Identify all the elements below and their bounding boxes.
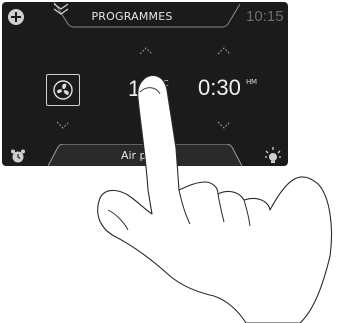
time-up-icon[interactable] <box>216 46 232 56</box>
oven-light-icon[interactable] <box>264 146 282 164</box>
time-down-icon[interactable] <box>216 120 232 130</box>
clock: 10:15 <box>246 8 284 25</box>
bottom-bar: Air pulsé <box>2 144 288 166</box>
fan-icon <box>53 80 73 100</box>
fan-mode-button[interactable] <box>46 74 80 106</box>
top-bar: PROGRAMMES 10:15 <box>2 2 288 32</box>
mode-down-icon[interactable] <box>55 120 71 130</box>
oven-display: PROGRAMMES 10:15 180 °C 0:30 HM Air puls… <box>2 2 288 166</box>
time-value[interactable]: 0:30 <box>198 75 241 101</box>
plus-icon[interactable] <box>8 9 24 25</box>
time-unit: HM <box>246 78 257 86</box>
alarm-clock-icon[interactable] <box>10 148 26 164</box>
mode-selector[interactable]: Air pulsé <box>48 144 242 166</box>
programmes-menu[interactable]: PROGRAMMES <box>52 2 240 32</box>
page-title: PROGRAMMES <box>91 10 173 23</box>
cooking-mode-label: Air pulsé <box>120 149 170 162</box>
double-chevron-down-icon[interactable] <box>52 2 70 16</box>
temperature-down-icon[interactable] <box>138 120 154 130</box>
temperature-unit: °C <box>159 79 169 88</box>
temperature-up-icon[interactable] <box>138 46 154 56</box>
